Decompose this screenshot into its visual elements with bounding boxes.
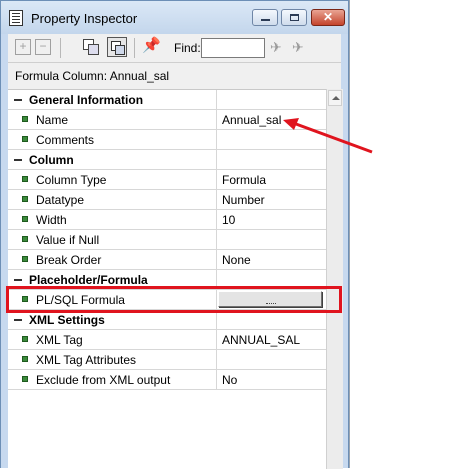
annotation-arrow	[283, 118, 373, 154]
